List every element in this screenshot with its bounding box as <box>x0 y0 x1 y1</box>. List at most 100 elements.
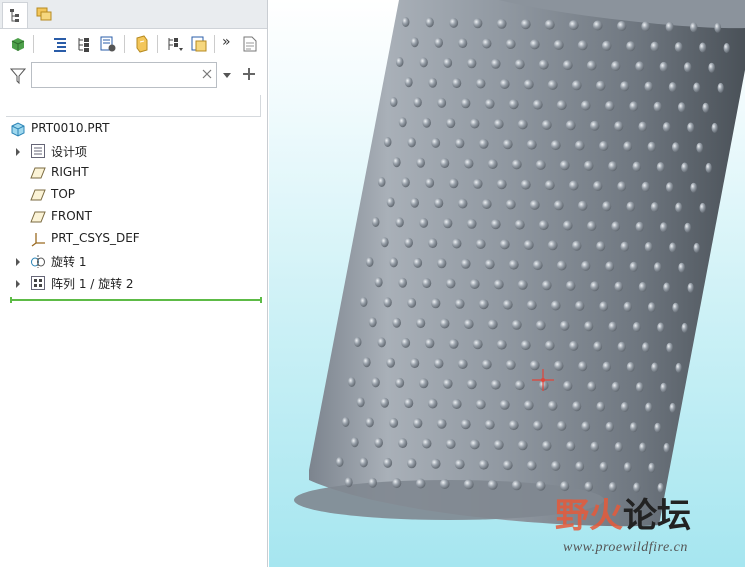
dimple <box>511 480 522 491</box>
tree-item-label: PRT_CSYS_DEF <box>51 231 140 245</box>
dimple <box>457 359 468 369</box>
dimple <box>469 118 480 129</box>
tree-item-csys[interactable]: PRT_CSYS_DEF <box>0 228 268 250</box>
dimple <box>404 398 414 409</box>
dimple <box>620 81 630 92</box>
dimple <box>505 199 516 210</box>
tree-item-label: 旋转 1 <box>51 255 87 269</box>
dimple <box>473 18 483 29</box>
dimple <box>389 417 399 428</box>
dimple <box>368 477 377 488</box>
navigator-tabs <box>0 0 267 29</box>
dimple <box>641 21 651 32</box>
dimple <box>395 57 404 67</box>
dimple <box>371 217 380 227</box>
tree-settings-icon[interactable] <box>98 34 118 54</box>
dimple <box>395 217 404 228</box>
dimple <box>466 379 477 390</box>
dimple <box>487 479 498 490</box>
dimple <box>502 460 513 471</box>
notes-icon[interactable] <box>240 34 260 54</box>
folder-browser-tab[interactable] <box>32 2 58 28</box>
dimple <box>481 38 492 49</box>
dimple <box>681 162 689 173</box>
dimple <box>565 280 576 291</box>
dimple <box>544 180 555 191</box>
tree-item-design-items[interactable]: 设计项 <box>0 140 268 162</box>
dimple <box>487 159 498 169</box>
tree-item-pattern-1[interactable]: 阵列 1 / 旋转 2 <box>0 272 268 294</box>
tree-item-revolve-1[interactable]: 旋转 1 <box>0 250 268 272</box>
dimple <box>449 178 459 189</box>
show-hide-icon[interactable] <box>132 34 152 54</box>
dimple <box>490 219 501 230</box>
graphics-viewport[interactable]: 野火论坛 www.proewildfire.cn <box>269 0 745 567</box>
dimple <box>460 258 471 269</box>
expand-arrow-icon[interactable] <box>15 146 21 156</box>
display-cube-icon[interactable] <box>8 34 28 54</box>
dimple <box>517 440 528 451</box>
dimple <box>683 62 692 73</box>
dimple <box>427 398 438 409</box>
dimple <box>461 98 471 109</box>
dimple <box>532 99 543 110</box>
cylinder-body[interactable] <box>294 0 745 527</box>
expand-arrow-icon[interactable] <box>15 278 21 288</box>
model-tree-tab[interactable] <box>2 2 28 28</box>
dimple <box>647 141 656 152</box>
insert-here-indicator[interactable] <box>10 297 262 303</box>
dimple <box>356 397 365 408</box>
dimple <box>699 202 706 213</box>
dimple <box>717 82 724 93</box>
tree-item-front[interactable]: FRONT <box>0 206 268 228</box>
expand-arrow-icon[interactable] <box>15 256 21 266</box>
perforated-cylinder-model[interactable] <box>269 0 745 567</box>
dimple <box>529 199 540 210</box>
watermark-brand: 野火论坛 <box>555 488 691 537</box>
clear-search-icon[interactable] <box>200 67 214 81</box>
revolve-feature-icon <box>30 253 46 269</box>
model-tree-toolbar: » <box>0 30 268 58</box>
dimple <box>436 418 447 429</box>
dimple <box>419 378 429 389</box>
dimple <box>638 121 647 132</box>
dimple <box>469 279 480 289</box>
more-tools-button[interactable]: » <box>218 34 238 54</box>
layer-tree-icon[interactable] <box>189 34 209 54</box>
dimple <box>508 99 519 110</box>
tree-root-part[interactable]: PRT0010.PRT <box>0 118 268 140</box>
tree-item-label: 设计项 <box>51 145 88 159</box>
dimple <box>452 78 462 89</box>
dimple <box>614 121 624 132</box>
dimple <box>460 419 471 430</box>
settings-dropdown-icon[interactable] <box>165 34 185 54</box>
dimple <box>502 139 513 150</box>
tree-item-right[interactable]: RIGHT <box>0 162 268 184</box>
dimple <box>415 478 426 489</box>
dimple <box>481 199 492 209</box>
dimple <box>434 37 443 48</box>
design-items-icon <box>30 143 46 159</box>
dimple <box>484 259 495 270</box>
filter-funnel-icon[interactable] <box>8 66 28 86</box>
dimple <box>401 337 411 348</box>
dimple <box>472 339 483 350</box>
search-dropdown-icon[interactable] <box>221 69 233 79</box>
tree-columns-icon[interactable] <box>50 34 70 54</box>
dimple <box>587 381 597 392</box>
add-filter-icon[interactable] <box>240 65 258 83</box>
tree-item-top[interactable]: TOP <box>0 184 268 206</box>
dimple <box>505 39 516 49</box>
datum-plane-icon <box>30 187 46 203</box>
dimple <box>663 442 670 453</box>
dimple <box>550 140 561 151</box>
dimple <box>626 41 636 52</box>
dimple <box>590 281 600 292</box>
search-input[interactable] <box>31 62 217 88</box>
dimple <box>463 479 474 490</box>
dimple <box>508 259 519 270</box>
dimple <box>562 220 573 231</box>
dimple <box>641 181 650 192</box>
dimple <box>669 242 677 253</box>
tree-filters-icon[interactable] <box>74 34 94 54</box>
